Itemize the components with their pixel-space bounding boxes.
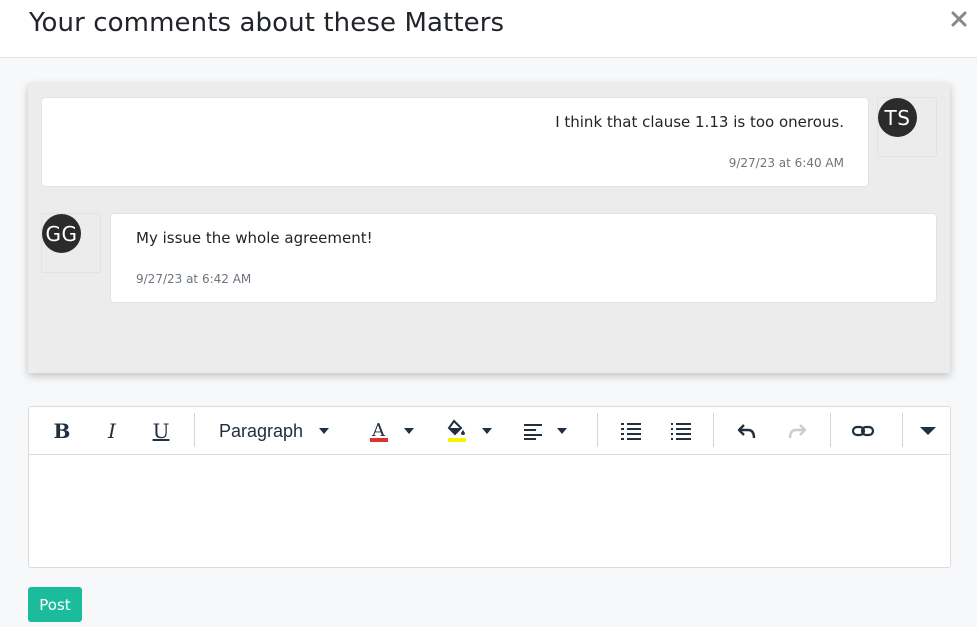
toolbar-divider <box>597 413 598 447</box>
text-color-icon: A <box>370 420 388 442</box>
block-format-select[interactable]: Paragraph <box>211 415 339 447</box>
toolbar-divider <box>713 413 714 447</box>
redo-icon[interactable] <box>782 415 812 447</box>
undo-icon[interactable] <box>732 415 762 447</box>
toolbar-divider <box>830 413 831 447</box>
chevron-down-icon <box>482 428 492 434</box>
chevron-down-icon <box>557 428 567 434</box>
comment-timestamp: 9/27/23 at 6:42 AM <box>136 272 252 286</box>
editor-toolbar: B I U Paragraph A <box>29 407 950 455</box>
block-format-label: Paragraph <box>219 420 304 441</box>
post-button[interactable]: Post <box>28 587 82 622</box>
toolbar-divider <box>194 413 195 447</box>
numbered-list-icon[interactable] <box>616 415 646 447</box>
link-icon[interactable] <box>848 415 878 447</box>
comments-thread: I think that clause 1.13 is too onerous.… <box>28 83 950 373</box>
comment-text: I think that clause 1.13 is too onerous. <box>555 113 844 131</box>
avatar: TS <box>878 98 917 137</box>
underline-icon[interactable]: U <box>146 415 176 447</box>
avatar-frame: GG <box>41 213 101 273</box>
highlight-color-button[interactable] <box>443 415 505 447</box>
comment-text: My issue the whole agreement! <box>136 229 373 247</box>
chevron-down-icon <box>319 428 330 434</box>
more-drawer-icon[interactable] <box>913 415 943 447</box>
highlight-color-icon <box>447 419 466 442</box>
comment-timestamp: 9/27/23 at 6:40 AM <box>728 156 844 170</box>
bulleted-list-icon[interactable] <box>666 415 696 447</box>
avatar-frame: TS <box>877 97 937 157</box>
align-button[interactable] <box>521 415 575 447</box>
comment-bubble: I think that clause 1.13 is too onerous.… <box>41 97 869 187</box>
toolbar-divider <box>902 413 903 447</box>
editor-content-area[interactable] <box>29 456 950 567</box>
chevron-down-icon <box>404 428 414 434</box>
text-color-button[interactable]: A <box>365 415 427 447</box>
modal-title: Your comments about these Matters <box>29 8 505 38</box>
avatar: GG <box>42 214 81 253</box>
modal-header: Your comments about these Matters <box>0 0 977 58</box>
italic-icon[interactable]: I <box>97 415 127 447</box>
rich-text-editor: B I U Paragraph A <box>28 406 951 568</box>
svg-text:A: A <box>371 420 386 441</box>
comment-bubble: My issue the whole agreement! 9/27/23 at… <box>110 213 937 303</box>
close-icon[interactable] <box>950 8 968 30</box>
bold-icon[interactable]: B <box>47 415 77 447</box>
align-left-icon <box>524 424 542 440</box>
